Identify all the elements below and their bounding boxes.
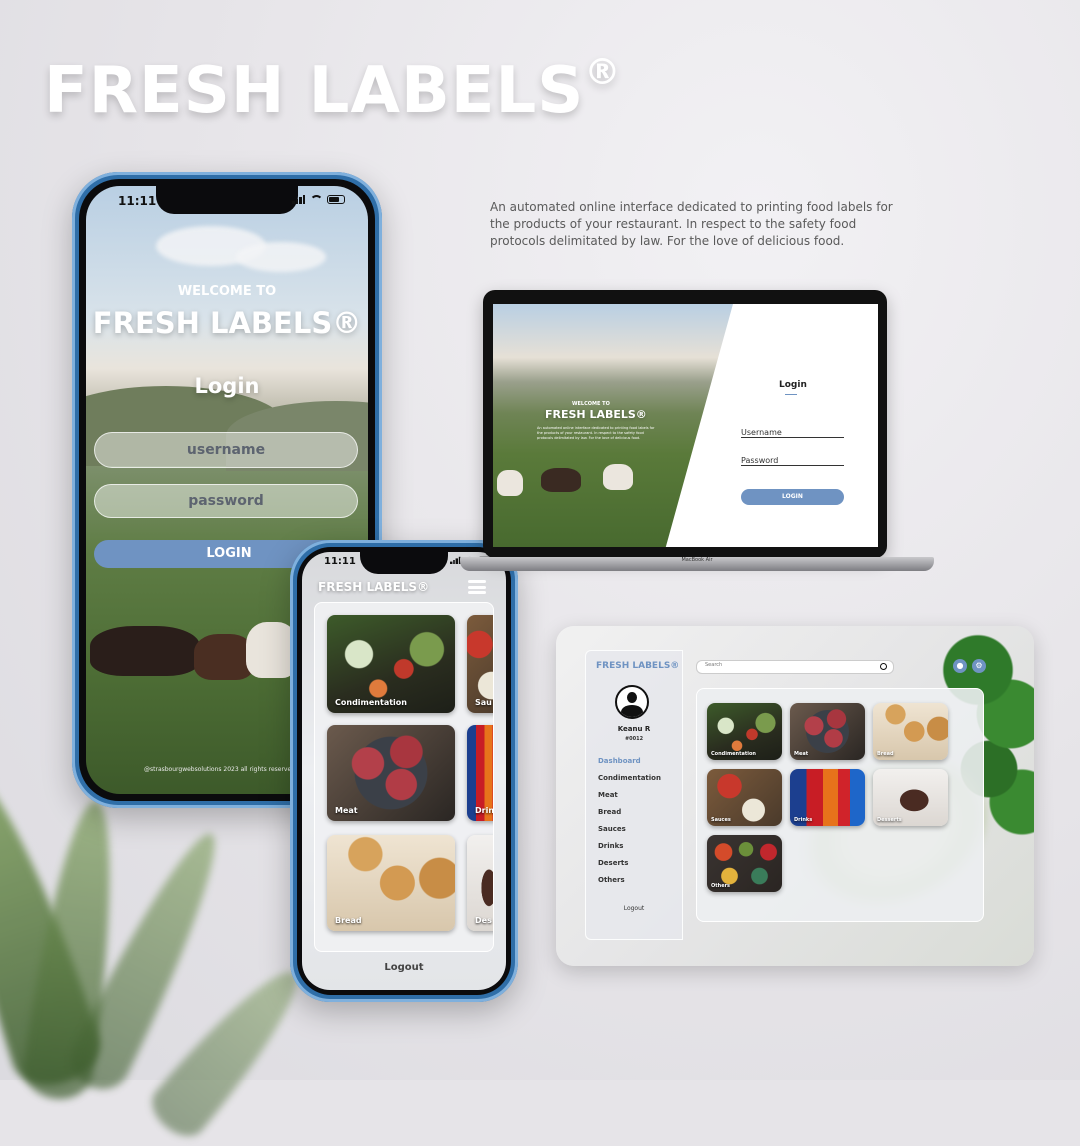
search-input[interactable]: Search bbox=[705, 662, 722, 668]
phone-menu-screen: 11:11 FRESH LABELS® Condimentation Sau M… bbox=[302, 552, 506, 990]
status-time: 11:11 bbox=[118, 194, 157, 208]
battery-icon bbox=[327, 194, 345, 204]
sidebar-item-others[interactable]: Others bbox=[598, 876, 625, 884]
laptop-login-heading: Login bbox=[779, 380, 807, 390]
category-tile-drinks[interactable]: Drin bbox=[467, 725, 493, 821]
dashboard-tile-meat[interactable]: Meat bbox=[790, 703, 865, 760]
status-time: 11:11 bbox=[324, 556, 356, 567]
dashboard-tile-bread[interactable]: Bread bbox=[873, 703, 948, 760]
search-bar[interactable]: Search bbox=[696, 660, 894, 674]
category-tile-desserts[interactable]: Des bbox=[467, 835, 493, 931]
sidebar-item-bread[interactable]: Bread bbox=[598, 808, 621, 816]
phone-notch bbox=[156, 186, 298, 214]
users-icon[interactable]: ● bbox=[953, 659, 967, 673]
status-icons bbox=[292, 194, 345, 204]
laptop-base: MacBook Air bbox=[460, 557, 934, 571]
signal-icon bbox=[292, 194, 306, 204]
password-field[interactable]: password bbox=[94, 484, 358, 518]
sidebar-app-name: FRESH LABELS® bbox=[596, 661, 680, 671]
category-tile-bread[interactable]: Bread bbox=[327, 835, 455, 931]
avatar-icon bbox=[615, 685, 649, 719]
dashboard-tile-drinks[interactable]: Drinks bbox=[790, 769, 865, 826]
sidebar-item-meat[interactable]: Meat bbox=[598, 791, 618, 799]
cow bbox=[194, 634, 254, 680]
dashboard-tile-condimentation[interactable]: Condimentation bbox=[707, 703, 782, 760]
laptop-app-name: FRESH LABELS® bbox=[545, 408, 647, 421]
phone-notch bbox=[360, 552, 448, 574]
app-name: FRESH LABELS® bbox=[92, 306, 362, 340]
cow bbox=[90, 626, 200, 676]
settings-icon[interactable]: ⚙ bbox=[972, 659, 986, 673]
phone-menu-mockup: 11:11 FRESH LABELS® Condimentation Sau M… bbox=[290, 540, 518, 1002]
cow bbox=[603, 464, 633, 490]
dashboard-content: Condimentation Meat Bread Sauces Drinks … bbox=[696, 688, 984, 922]
laptop-password-field[interactable]: Password bbox=[741, 456, 844, 466]
laptop-model-label: MacBook Air bbox=[681, 557, 713, 563]
laptop-username-field[interactable]: Username bbox=[741, 428, 844, 438]
laptop-login-button[interactable]: LOGIN bbox=[741, 489, 844, 505]
login-heading: Login bbox=[194, 374, 260, 398]
dashboard-sidebar: FRESH LABELS® Keanu R #0012 Dashboard Co… bbox=[585, 650, 683, 940]
laptop-welcome: WELCOME TO bbox=[572, 401, 610, 407]
cloud bbox=[236, 242, 326, 272]
category-tile-meat[interactable]: Meat bbox=[327, 725, 455, 821]
sidebar-logout[interactable]: Logout bbox=[586, 905, 682, 912]
category-tile-condimentation[interactable]: Condimentation bbox=[327, 615, 455, 713]
dashboard-mockup: FRESH LABELS® Keanu R #0012 Dashboard Co… bbox=[556, 626, 1034, 966]
search-icon[interactable] bbox=[880, 663, 887, 670]
sidebar-item-sauces[interactable]: Sauces bbox=[598, 825, 626, 833]
laptop-screen: WELCOME TO FRESH LABELS® An automated on… bbox=[493, 304, 878, 547]
cow bbox=[541, 468, 581, 492]
sidebar-item-drinks[interactable]: Drinks bbox=[598, 842, 623, 850]
page-title: FRESH LABELS® bbox=[44, 52, 622, 128]
app-name: FRESH LABELS® bbox=[318, 580, 430, 594]
user-name: Keanu R bbox=[617, 725, 651, 733]
tagline: An automated online interface dedicated … bbox=[490, 200, 893, 248]
dashboard-tile-sauces[interactable]: Sauces bbox=[707, 769, 782, 826]
category-tile-sauces[interactable]: Sau bbox=[467, 615, 493, 713]
hamburger-menu-icon[interactable] bbox=[468, 580, 486, 594]
sidebar-item-dashboard[interactable]: Dashboard bbox=[598, 757, 641, 765]
logout-link[interactable]: Logout bbox=[302, 962, 506, 973]
wifi-icon bbox=[310, 194, 323, 204]
dashboard-tile-others[interactable]: Others bbox=[707, 835, 782, 892]
login-heading-underline bbox=[785, 394, 797, 395]
user-id: #0012 bbox=[624, 736, 644, 742]
sidebar-item-deserts[interactable]: Deserts bbox=[598, 859, 628, 867]
laptop-blurb: An automated online interface dedicated … bbox=[537, 426, 655, 440]
sidebar-item-condimentation[interactable]: Condimentation bbox=[598, 774, 661, 782]
dashboard-tile-desserts[interactable]: Desserts bbox=[873, 769, 948, 826]
category-panel: Condimentation Sau Meat Drin Bread Des bbox=[314, 602, 494, 952]
cow bbox=[497, 470, 523, 496]
footer-copyright: @strasbourgwebsolutions 2023 all rights … bbox=[144, 766, 295, 773]
welcome-text: WELCOME TO bbox=[177, 284, 277, 299]
username-field[interactable]: username bbox=[94, 432, 358, 468]
